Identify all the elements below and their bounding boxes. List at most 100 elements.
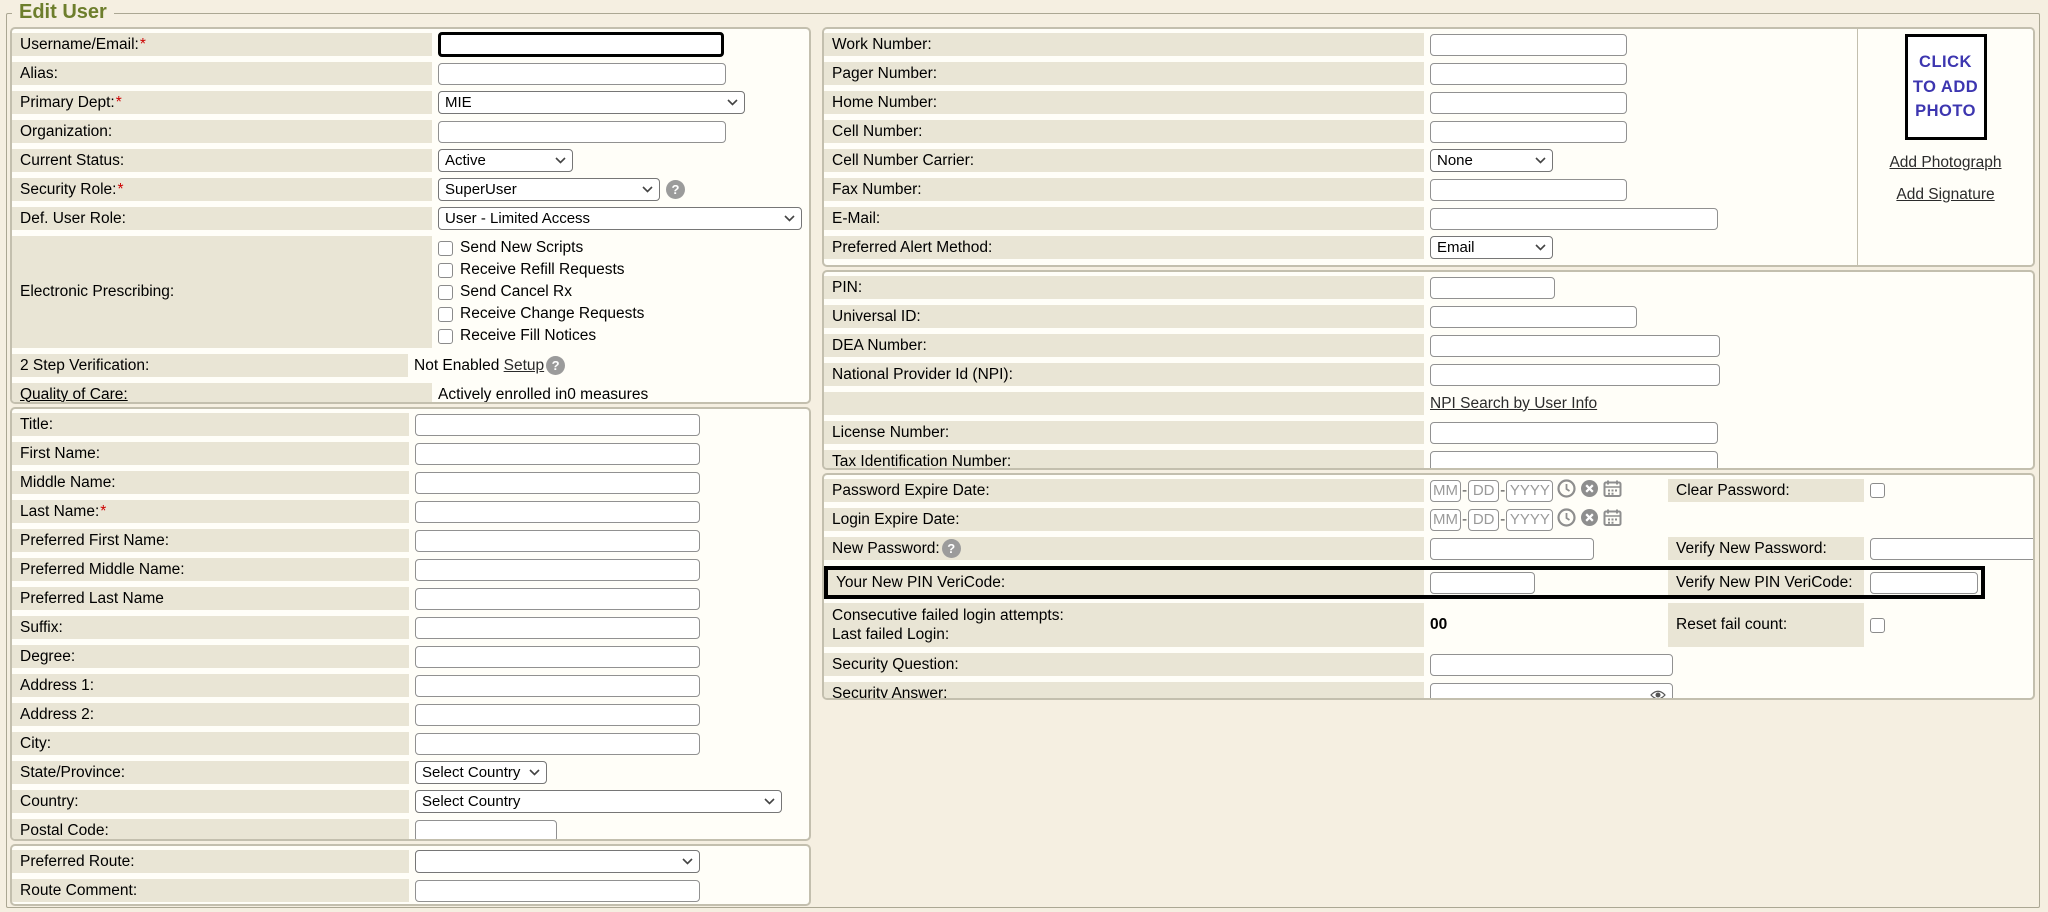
address1-label: Address 1: [20, 677, 94, 695]
reset-fail-count-checkbox[interactable] [1870, 618, 1885, 633]
quality-of-care-link[interactable]: Quality of Care: [20, 386, 128, 404]
primary-dept-select[interactable]: MIE [438, 91, 745, 114]
home-number-input[interactable] [1430, 92, 1627, 114]
help-icon[interactable]: ? [942, 539, 961, 558]
address2-input[interactable] [415, 704, 700, 726]
def-user-role-select[interactable]: User - Limited Access [438, 207, 802, 230]
photo-cell: CLICK TO ADD PHOTO Add Photograph Add Si… [1858, 29, 2033, 265]
help-icon[interactable]: ? [546, 356, 565, 375]
username-input[interactable] [438, 32, 724, 57]
postal-code-input[interactable] [415, 820, 557, 842]
calendar-icon[interactable] [1603, 508, 1622, 532]
pager-number-input[interactable] [1430, 63, 1627, 85]
state-province-label: State/Province: [20, 764, 125, 782]
your-vericode-input[interactable] [1430, 572, 1535, 594]
send-new-scripts-checkbox[interactable] [438, 241, 453, 256]
work-number-label: Work Number: [832, 36, 932, 54]
receive-change-requests-checkbox[interactable] [438, 307, 453, 322]
universal-id-input[interactable] [1430, 306, 1637, 328]
security-question-input[interactable] [1430, 654, 1673, 676]
alias-input[interactable] [438, 63, 726, 85]
dea-number-input[interactable] [1430, 335, 1720, 357]
security-answer-input[interactable] [1430, 683, 1673, 701]
receive-refill-requests-label: Receive Refill Requests [460, 261, 625, 279]
preferred-first-name-input[interactable] [415, 530, 700, 552]
clock-icon[interactable] [1557, 508, 1576, 532]
chevron-down-icon [682, 858, 693, 865]
route-comment-label: Route Comment: [20, 882, 137, 900]
suffix-input[interactable] [415, 617, 700, 639]
npi-input[interactable] [1430, 364, 1720, 386]
address1-input[interactable] [415, 675, 700, 697]
state-province-select[interactable]: Select Country [415, 761, 547, 784]
clear-date-icon[interactable] [1580, 508, 1599, 532]
help-icon[interactable]: ? [666, 180, 685, 199]
preferred-last-name-input[interactable] [415, 588, 700, 610]
eye-icon[interactable] [1650, 688, 1666, 701]
chevron-down-icon [764, 798, 775, 805]
receive-refill-requests-checkbox[interactable] [438, 263, 453, 278]
license-number-input[interactable] [1430, 422, 1718, 444]
photo-placeholder-text: TO ADD [1913, 75, 1978, 100]
required-asterisk: * [116, 94, 122, 112]
organization-input[interactable] [438, 121, 726, 143]
username-label: Username/Email: [20, 36, 139, 54]
verify-vericode-label: Verify New PIN VeriCode: [1676, 574, 1853, 592]
degree-input[interactable] [415, 646, 700, 668]
chevron-down-icon [1535, 157, 1546, 164]
two-step-status: Not Enabled [414, 357, 499, 375]
calendar-icon[interactable] [1603, 479, 1622, 503]
login-expire-day-input[interactable] [1468, 509, 1499, 531]
verify-new-password-input[interactable] [1870, 538, 2035, 560]
password-expire-day-input[interactable] [1468, 480, 1499, 502]
route-comment-input[interactable] [415, 880, 700, 902]
first-name-input[interactable] [415, 443, 700, 465]
fax-number-input[interactable] [1430, 179, 1627, 201]
city-input[interactable] [415, 733, 700, 755]
login-expire-month-input[interactable] [1430, 509, 1461, 531]
alert-method-select[interactable]: Email [1430, 236, 1553, 259]
last-name-input[interactable] [415, 501, 700, 523]
email-input[interactable] [1430, 208, 1718, 230]
npi-search-link[interactable]: NPI Search by User Info [1430, 395, 1597, 413]
middle-name-input[interactable] [415, 472, 700, 494]
preferred-middle-name-input[interactable] [415, 559, 700, 581]
receive-fill-notices-label: Receive Fill Notices [460, 327, 596, 345]
title-input[interactable] [415, 414, 700, 436]
preferred-route-select[interactable] [415, 850, 700, 873]
password-expire-year-input[interactable] [1506, 480, 1553, 502]
login-expire-year-input[interactable] [1506, 509, 1553, 531]
photo-placeholder-text: PHOTO [1915, 99, 1976, 124]
photo-placeholder[interactable]: CLICK TO ADD PHOTO [1905, 34, 1987, 140]
tax-id-input[interactable] [1430, 451, 1718, 471]
current-status-select[interactable]: Active [438, 149, 573, 172]
cell-carrier-select[interactable]: None [1430, 149, 1553, 172]
clear-date-icon[interactable] [1580, 479, 1599, 503]
clock-icon[interactable] [1557, 479, 1576, 503]
send-cancel-rx-checkbox[interactable] [438, 285, 453, 300]
country-select[interactable]: Select Country [415, 790, 782, 813]
add-signature-link[interactable]: Add Signature [1896, 186, 1994, 204]
work-number-input[interactable] [1430, 34, 1627, 56]
add-photograph-link[interactable]: Add Photograph [1889, 154, 2001, 172]
required-asterisk: * [117, 181, 123, 199]
alias-label: Alias: [20, 65, 58, 83]
last-failed-login-label: Last failed Login: [832, 625, 949, 644]
country-label: Country: [20, 793, 79, 811]
npi-label: National Provider Id (NPI): [832, 366, 1013, 384]
pin-input[interactable] [1430, 277, 1555, 299]
password-expire-month-input[interactable] [1430, 480, 1461, 502]
send-new-scripts-label: Send New Scripts [460, 239, 583, 257]
date-separator: - [1462, 511, 1467, 529]
receive-fill-notices-checkbox[interactable] [438, 329, 453, 344]
setup-link[interactable]: Setup [504, 357, 545, 375]
empty-cell [1668, 508, 1864, 531]
new-password-input[interactable] [1430, 538, 1594, 560]
preferred-first-name-label: Preferred First Name: [20, 532, 169, 550]
verify-vericode-input[interactable] [1870, 572, 1978, 594]
your-vericode-label: Your New PIN VeriCode: [836, 574, 1005, 592]
organization-label: Organization: [20, 123, 112, 141]
cell-number-input[interactable] [1430, 121, 1627, 143]
security-role-select[interactable]: SuperUser [438, 178, 660, 201]
clear-password-checkbox[interactable] [1870, 483, 1885, 498]
